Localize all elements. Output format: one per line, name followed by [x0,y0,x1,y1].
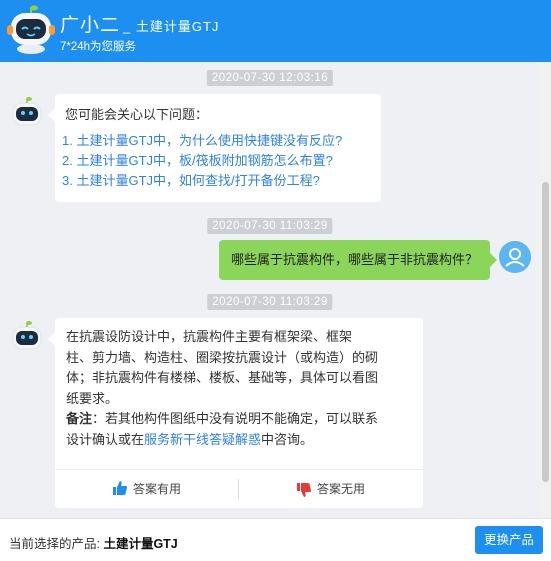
switch-product-button[interactable]: 更换产品 [475,526,543,554]
note-text: ：若其他构件图纸中没有说明不能确定，可以联系 [92,411,379,426]
useful-label: 答案有用 [132,482,181,496]
suggested-question[interactable]: 1. 土建计量GTJ中，为什么使用快捷键没有反应? [62,131,342,151]
bot-name: 广小二 [60,15,121,36]
suggested-questions: 1. 土建计量GTJ中，为什么使用快捷键没有反应? 2. 土建计量GTJ中，板/… [62,131,342,191]
bot-answer: 在抗震设防设计中，抗震构件主要有框架梁、框架 柱、剪力墙、构造柱、圈梁按抗震设计… [48,318,423,508]
suggested-question[interactable]: 2. 土建计量GTJ中，板/筏板附加钢筋怎么布置? [62,151,342,171]
bot-message: 您可能会关心以下问题： 1. 土建计量GTJ中，为什么使用快捷键没有反应? 2.… [48,94,381,202]
timestamp: 2020-07-30 11:03:29 [207,294,333,310]
note-line: 设计确认或在服务新干线答疑解惑中咨询。 [66,430,378,451]
page-title: 广小二 _ 土建计量GTJ [60,10,219,37]
thumbs-down-icon [296,483,311,497]
useful-button[interactable]: 答案有用 [55,470,239,508]
footer: 当前选择的产品: 土建计量GTJ 更换产品 [0,518,551,561]
thumbs-up-icon [112,481,127,495]
robot-icon [12,97,42,126]
scrollbar-thumb[interactable] [542,182,549,482]
robot-icon [7,5,55,54]
answer-line: 在抗震设防设计中，抗震构件主要有框架梁、框架 [66,329,353,344]
user-message: 哪些属于抗震构件，哪些属于非抗震构件？ [218,240,498,280]
intro-text: 您可能会关心以下问题： [65,107,209,122]
user-icon [499,241,531,273]
answer-line: 纸要求。 [66,390,119,406]
note-label: 备注 [66,411,93,426]
current-product-label: 当前选择的产品: [9,537,104,551]
timestamp: 2020-07-30 11:03:29 [207,218,333,234]
product-name: _ 土建计量GTJ [123,19,220,34]
useless-label: 答案无用 [316,482,365,496]
service-link[interactable]: 服务新干线答疑解惑 [144,432,261,447]
robot-icon [12,321,42,350]
current-product-value: 土建计量GTJ [103,537,178,551]
timestamp: 2020-07-30 12:03:16 [206,70,334,86]
feedback-bar: 答案有用 答案无用 [55,469,423,508]
useless-button[interactable]: 答案无用 [239,470,423,508]
note-text: 中咨询。 [261,431,314,447]
answer-line: 柱、剪力墙、构造柱、圈梁按抗震设计（或构造）的砌 [66,349,379,365]
chat-area[interactable]: 2020-07-30 12:03:16 您可能会关心以下问题： 1. 土建计量G… [0,62,540,518]
note-text: 设计确认或在 [66,431,145,447]
service-hours: 7*24h为您服务 [60,41,137,53]
header: 广小二 _ 土建计量GTJ 7*24h为您服务 [0,0,551,62]
answer-text: 在抗震设防设计中，抗震构件主要有框架梁、框架 柱、剪力墙、构造柱、圈梁按抗震设计… [66,327,378,450]
suggested-question[interactable]: 3. 土建计量GTJ中，如何查找/打开备份工程? [62,171,342,191]
answer-line: 体；非抗震构件有楼梯、楼板、基础等，具体可以看图 [66,370,379,385]
current-product: 当前选择的产品: 土建计量GTJ [9,533,178,552]
note-line: 备注：若其他构件图纸中没有说明不能确定，可以联系 [66,409,378,430]
scrollbar[interactable] [540,62,551,518]
